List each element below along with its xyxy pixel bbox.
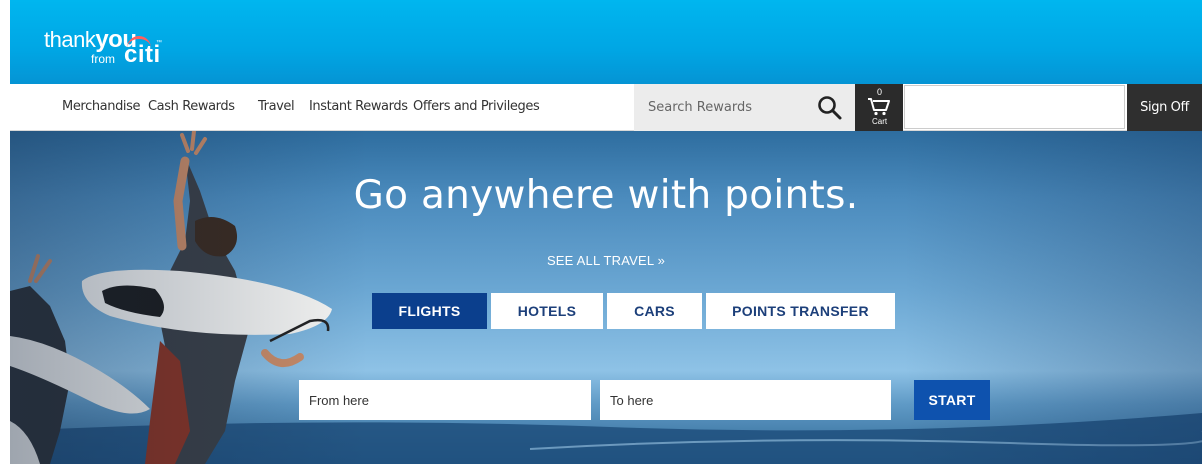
main-nav: Merchandise Cash Rewards Travel Instant … [10,84,1202,131]
top-banner: thankyou from citi ™ [10,0,1202,84]
logo-from: from [91,52,115,66]
logo-citi: citi [124,41,161,68]
tab-flights[interactable]: FLIGHTS [372,293,487,329]
search-icon[interactable] [816,94,844,122]
see-all-travel-text[interactable]: SEE ALL TRAVEL » [547,253,665,268]
hero-banner: Go anywhere with points. SEE ALL TRAVEL … [10,131,1202,464]
tab-points-transfer[interactable]: POINTS TRANSFER [706,293,895,329]
hero-title: Go anywhere with points. [353,173,859,218]
from-field[interactable] [299,380,591,420]
account-field[interactable] [904,85,1125,129]
tab-cars[interactable]: CARS [607,293,702,329]
nav-cash-rewards[interactable]: Cash Rewards [148,99,235,114]
nav-merchandise[interactable]: Merchandise [62,99,141,114]
to-field[interactable] [600,380,891,420]
nav-instant-rewards[interactable]: Instant Rewards [309,99,408,114]
see-all-travel-link: SEE ALL TRAVEL » [10,253,1202,268]
nav-offers-privileges[interactable]: Offers and Privileges [413,99,540,114]
thankyou-citi-logo[interactable]: thankyou from citi ™ [44,27,162,67]
cart-icon [868,98,890,116]
cart-label: Cart [872,117,888,126]
cart-button[interactable]: 0 Cart [855,84,903,131]
nav-travel[interactable]: Travel [258,99,295,114]
search-box [634,84,855,131]
start-button[interactable]: START [914,380,990,420]
logo-thank: thank [44,27,96,52]
logo-trademark: ™ [156,40,162,46]
sign-off-button[interactable]: Sign Off [1127,84,1202,131]
search-input[interactable] [644,96,812,118]
tab-hotels[interactable]: HOTELS [491,293,603,329]
